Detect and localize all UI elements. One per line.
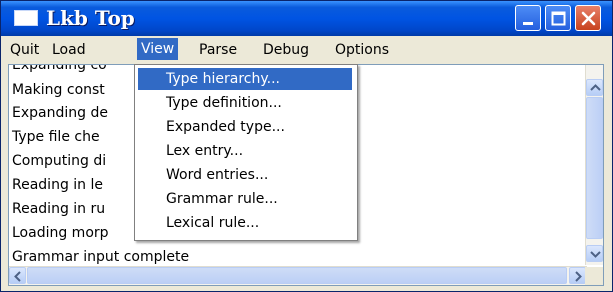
menu-item-word-entries[interactable]: Word entries...	[138, 164, 352, 186]
log-line: Reading in ru	[12, 201, 106, 217]
log-line: Loading morp	[12, 225, 109, 241]
menu-item-type-hierarchy[interactable]: Type hierarchy...	[138, 68, 352, 90]
vertical-scrollbar[interactable]	[585, 65, 603, 265]
minimize-icon	[523, 22, 533, 25]
menu-view[interactable]: View	[137, 38, 179, 60]
scroll-down-button[interactable]	[586, 245, 603, 262]
window-icon	[14, 10, 38, 26]
horizontal-scrollbar[interactable]	[9, 266, 587, 285]
window-title: Lkb Top	[46, 6, 135, 30]
menu-quit[interactable]: Quit	[7, 42, 42, 58]
log-line: Expanding de	[12, 105, 108, 121]
menu-bar: Quit Load View Parse Debug Options	[1, 36, 612, 63]
menu-item-expanded-type[interactable]: Expanded type...	[138, 116, 352, 138]
menu-parse[interactable]: Parse	[196, 42, 240, 58]
minimize-button[interactable]	[515, 5, 541, 31]
menu-debug[interactable]: Debug	[260, 42, 312, 58]
log-line: Expanding co	[12, 64, 107, 73]
menu-options[interactable]: Options	[332, 42, 392, 58]
close-icon	[581, 11, 596, 26]
menu-load[interactable]: Load	[49, 42, 89, 58]
menu-item-type-definition[interactable]: Type definition...	[138, 92, 352, 114]
log-line: Grammar input complete	[12, 249, 190, 265]
log-line: Computing di	[12, 153, 107, 169]
horizontal-scroll-thumb[interactable]	[27, 267, 567, 284]
menu-item-lex-entry[interactable]: Lex entry...	[138, 140, 352, 162]
scrollbar-corner	[585, 267, 603, 285]
menu-item-lexical-rule[interactable]: Lexical rule...	[138, 212, 352, 234]
menu-item-grammar-rule[interactable]: Grammar rule...	[138, 188, 352, 210]
close-button[interactable]	[575, 5, 601, 31]
scroll-up-icon	[590, 84, 601, 91]
vertical-scroll-thumb[interactable]	[586, 97, 603, 239]
maximize-button[interactable]	[545, 5, 571, 31]
log-line: Reading in le	[12, 177, 103, 193]
scroll-left-icon	[14, 271, 21, 282]
title-bar[interactable]: Lkb Top	[1, 1, 612, 36]
view-menu-dropdown: Type hierarchy... Type definition... Exp…	[134, 64, 358, 241]
scroll-left-button[interactable]	[9, 267, 26, 284]
scroll-up-button[interactable]	[586, 79, 603, 96]
log-line: Making const	[12, 82, 105, 98]
lkb-top-window: Lkb Top Quit Load View Parse Debug Optio…	[0, 0, 613, 292]
maximize-icon	[551, 11, 566, 26]
scroll-down-icon	[590, 251, 601, 258]
log-line: Type file che	[12, 129, 100, 145]
scroll-right-button[interactable]	[569, 267, 586, 284]
